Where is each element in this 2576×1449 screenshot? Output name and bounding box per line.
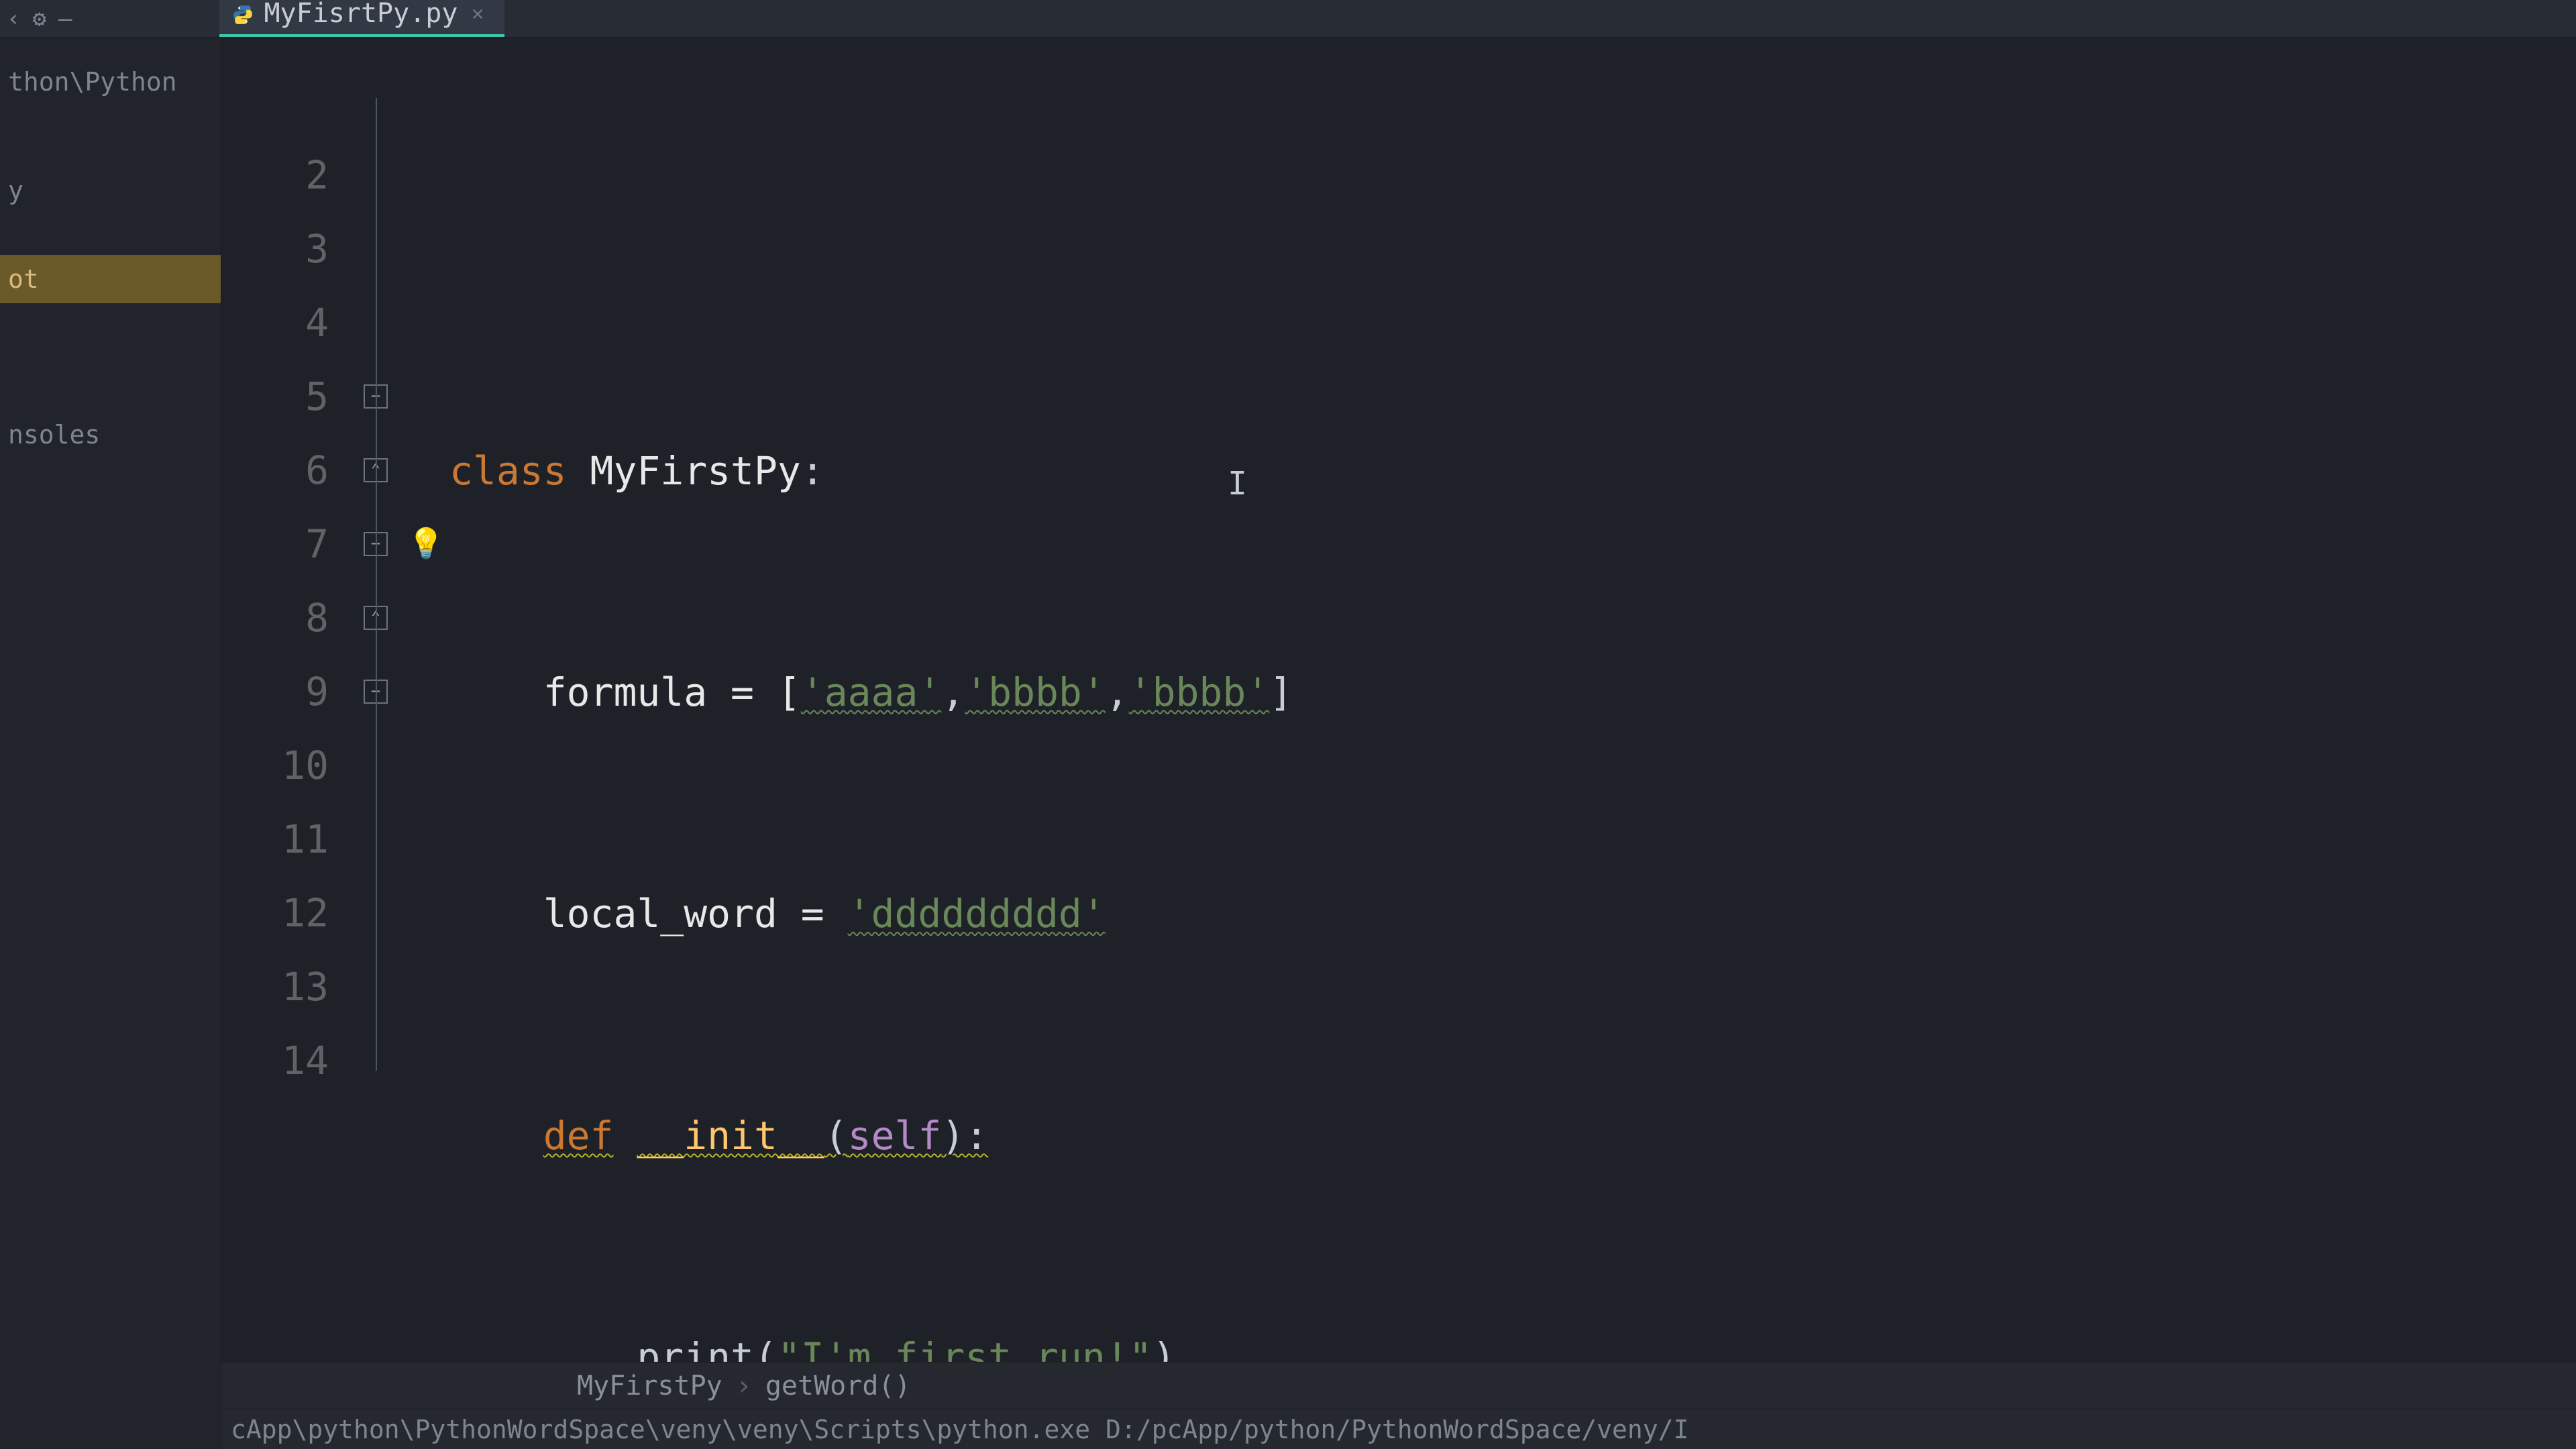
line-number: 14 — [221, 1024, 329, 1097]
line-number: 6 — [221, 433, 329, 507]
toolbar-icons: ‹ ⚙ – — [7, 5, 72, 32]
minus-icon[interactable]: – — [58, 5, 72, 32]
line-number: 3 — [221, 212, 329, 286]
top-bar: ‹ ⚙ – MyFisrtPy.py × — [0, 0, 2576, 38]
line-number: 2 — [221, 138, 329, 212]
body-row: thon\Python y ot nsoles 2 3 4 5 6 7 8 — [0, 38, 2576, 1449]
breadcrumb-bar: MyFirstPy › getWord() — [221, 1362, 2576, 1409]
panel-item-path[interactable]: thon\Python — [0, 58, 221, 106]
status-bar: cApp\python\PythonWordSpace\veny\veny\Sc… — [221, 1409, 2576, 1449]
code-content[interactable]: class MyFirstPy: formula = ['aaaa','bbbb… — [449, 38, 2576, 1362]
panel-item-ot[interactable]: ot — [0, 255, 221, 303]
line-number: 12 — [221, 876, 329, 950]
fold-guide — [376, 98, 377, 1071]
status-path: cApp\python\PythonWordSpace\veny\veny\Sc… — [231, 1415, 1688, 1444]
intention-bulb-icon[interactable]: 💡 — [408, 516, 445, 572]
code-editor[interactable]: 2 3 4 5 6 7 8 9 10 11 12 13 14 — [221, 38, 2576, 1362]
line-number: 9 — [221, 655, 329, 729]
line-number: 5 — [221, 360, 329, 433]
fold-column: − ⌃ − ⌃ − — [349, 38, 402, 1362]
line-number: 4 — [221, 286, 329, 360]
breadcrumb-method[interactable]: getWord() — [765, 1371, 911, 1401]
line-number — [221, 64, 329, 138]
intention-column: 💡 — [402, 38, 449, 1362]
ide-root: ‹ ⚙ – MyFisrtPy.py × thon\Python y ot ns… — [0, 0, 2576, 1449]
editor-wrap: 2 3 4 5 6 7 8 9 10 11 12 13 14 — [221, 38, 2576, 1449]
file-tab-label: MyFisrtPy.py — [264, 0, 458, 29]
code-line[interactable]: def __init__(self): — [449, 1099, 2576, 1173]
code-line[interactable] — [449, 212, 2576, 286]
panel-item-nsoles[interactable]: nsoles — [0, 411, 221, 459]
panel-item-y[interactable]: y — [0, 166, 221, 215]
left-tool-panel: thon\Python y ot nsoles — [0, 38, 221, 1449]
tab-close-icon[interactable]: × — [471, 1, 484, 26]
line-number: 11 — [221, 802, 329, 876]
gear-icon[interactable]: ⚙ — [32, 5, 46, 32]
file-tab[interactable]: MyFisrtPy.py × — [219, 0, 504, 37]
breadcrumb-class[interactable]: MyFirstPy — [577, 1371, 722, 1401]
code-line[interactable]: print("I'm first run!") — [449, 1320, 2576, 1362]
left-arrow-icon[interactable]: ‹ — [7, 5, 20, 32]
line-number: 13 — [221, 950, 329, 1024]
tab-strip: MyFisrtPy.py × — [219, 0, 504, 37]
line-number: 7 — [221, 507, 329, 581]
python-file-icon — [231, 2, 254, 25]
line-number: 8 — [221, 581, 329, 655]
line-number: 10 — [221, 729, 329, 802]
code-line[interactable]: formula = ['aaaa','bbbb','bbbb'] — [449, 655, 2576, 729]
chevron-right-icon: › — [736, 1371, 752, 1401]
code-line[interactable]: local_word = 'ddddddddd' — [449, 877, 2576, 951]
line-gutter: 2 3 4 5 6 7 8 9 10 11 12 13 14 — [221, 38, 349, 1362]
code-line[interactable]: class MyFirstPy: — [449, 434, 2576, 508]
